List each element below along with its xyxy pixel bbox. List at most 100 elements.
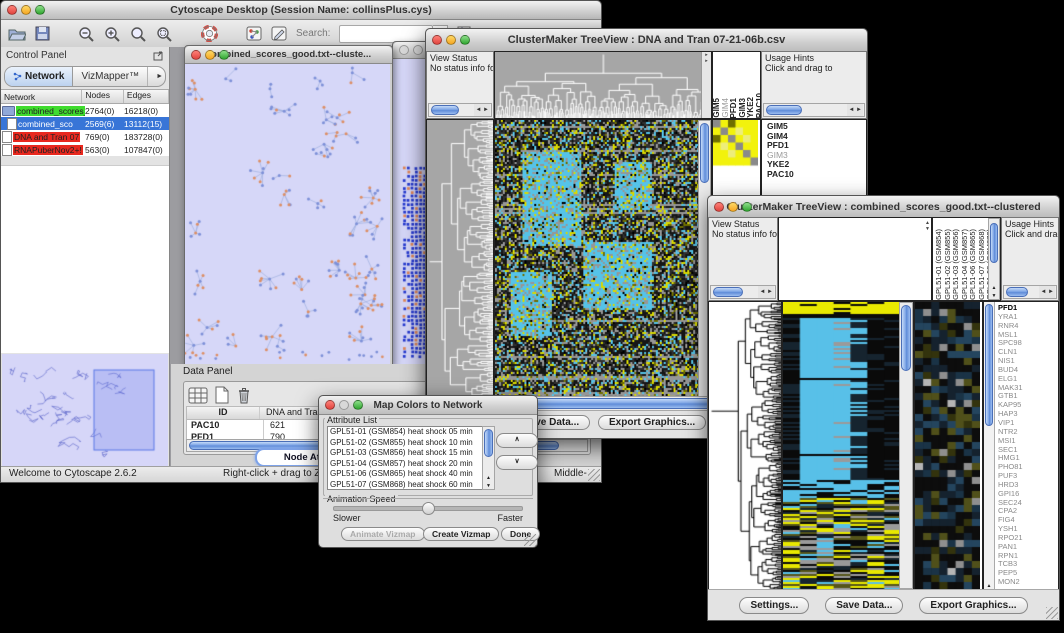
tv1-status-scrollbar[interactable]: ◄ ► (428, 103, 492, 117)
close-button[interactable] (399, 45, 409, 55)
move-up-button[interactable]: ∧ (496, 433, 538, 448)
resize-grip[interactable] (524, 534, 536, 546)
tab-overflow-arrow[interactable]: ► (148, 67, 166, 86)
save-icon[interactable] (35, 26, 50, 41)
attribute-list-scrollbar[interactable]: ▲ ▼ (482, 426, 495, 490)
close-button[interactable] (191, 50, 201, 60)
close-button[interactable] (432, 35, 442, 45)
tv1-column-dendrogram[interactable]: ▸▸ (494, 51, 712, 119)
resize-grip[interactable] (1046, 607, 1058, 619)
scroll-down-arrow[interactable]: ▼ (483, 483, 494, 489)
scroll-arrows[interactable]: ◄ ► (758, 286, 774, 298)
zoom-out-icon[interactable] (78, 26, 95, 42)
attribute-list-item[interactable]: GPL51-03 (GSM856) heat shock 15 min (328, 448, 483, 459)
export-graphics-button[interactable]: Export Graphics... (919, 597, 1027, 614)
create-vizmap-button[interactable]: Create Vizmap (423, 527, 499, 541)
network-overview-icon[interactable] (246, 26, 262, 41)
attribute-select-icon[interactable] (188, 387, 208, 404)
minimize-button[interactable] (339, 400, 349, 410)
scroll-down-arrow[interactable]: ▼ (989, 293, 999, 299)
main-titlebar[interactable]: Cytoscape Desktop (Session Name: collins… (1, 1, 601, 20)
close-button[interactable] (714, 202, 724, 212)
zoom-button[interactable] (460, 35, 470, 45)
window-controls[interactable] (7, 5, 45, 15)
attribute-list-item[interactable]: GPL51-06 (GSM865) heat shock 40 min (328, 469, 483, 480)
tv2-labels-vscrollbar[interactable]: ▲ ▼ (988, 218, 1000, 300)
save-data-button[interactable]: Save Data... (825, 597, 903, 614)
minimize-button[interactable] (21, 5, 31, 15)
zoom-fit-icon[interactable] (130, 26, 147, 42)
document-icon (7, 118, 17, 130)
tab-network[interactable]: Network (5, 67, 73, 86)
scroll-up-arrow[interactable]: ▲ (483, 475, 494, 481)
tv2-subheatmap-pane[interactable] (914, 301, 983, 590)
attribute-list-item[interactable]: GPL51-01 (GSM854) heat shock 05 min (328, 427, 483, 438)
network-tab-icon (13, 72, 22, 81)
zoom-button[interactable] (219, 50, 229, 60)
tv1-column-labels-panel: GIM5GIM4PFD1GIM3YKE2PAC10 (712, 51, 761, 119)
resize-grip[interactable] (588, 469, 600, 481)
search-input[interactable] (339, 25, 433, 43)
tv2-heatmap-vscrollbar[interactable] (899, 302, 913, 589)
move-down-button[interactable]: ∨ (496, 455, 538, 470)
annotation-icon[interactable] (271, 26, 287, 41)
export-graphics-button[interactable]: Export Graphics... (598, 415, 706, 430)
network-row[interactable]: RNAPuberNov2+! 563(0) 107847(0) (1, 143, 169, 156)
tv1-titlebar[interactable]: ClusterMaker TreeView : DNA and Tran 07-… (426, 29, 867, 52)
new-attribute-icon[interactable] (214, 386, 230, 404)
col-edges[interactable]: Edges (124, 90, 169, 103)
close-button[interactable] (325, 400, 335, 410)
tv1-heatmap-pane[interactable] (494, 119, 712, 398)
animation-speed-slider[interactable] (333, 506, 523, 511)
float-panel-icon[interactable] (153, 51, 164, 61)
attribute-list-item[interactable]: GPL51-04 (GSM857) heat shock 20 min (328, 459, 483, 470)
tv2-column-dendrogram-empty[interactable]: ▲▼ (778, 217, 932, 301)
folder-icon (2, 106, 15, 116)
gene-label[interactable]: PAC10 (767, 170, 866, 180)
animate-vizmap-button[interactable]: Animate Vizmap (341, 527, 425, 541)
tv2-gene-vscrollbar[interactable]: ▲ (984, 302, 995, 589)
help-lifesaver-icon[interactable] (201, 25, 218, 42)
tv1-hints-scrollbar[interactable]: ◄ ► (763, 103, 865, 117)
tv1-row-dendrogram[interactable] (426, 119, 494, 398)
network-canvas[interactable] (185, 64, 390, 364)
tv2-titlebar[interactable]: ClusterMaker TreeView : combined_scores_… (708, 196, 1059, 218)
attribute-list-item[interactable]: GPL51-07 (GSM868) heat shock 60 min (328, 480, 483, 491)
tv2-row-dendrogram[interactable] (708, 301, 782, 590)
pane-splitter-arrows[interactable]: ▲▼ (925, 220, 930, 232)
tv2-heatmap-pane[interactable] (782, 301, 914, 590)
attribute-list-item[interactable]: GPL51-02 (GSM855) heat shock 10 min (328, 438, 483, 449)
scroll-arrows[interactable]: ◄ ► (847, 104, 863, 116)
network-row[interactable]: DNA and Tran 07 769(0) 183728(0) (1, 130, 169, 143)
scroll-arrows[interactable]: ◄ ► (1039, 286, 1055, 298)
settings-button[interactable]: Settings... (739, 597, 809, 614)
tv1-pane-splitter[interactable]: ▸▸ (701, 52, 711, 118)
tab-vizmapper[interactable]: VizMapper™ (73, 67, 148, 86)
zoom-selected-icon[interactable] (156, 26, 173, 42)
open-folder-icon[interactable] (8, 26, 26, 41)
delete-attribute-icon[interactable] (236, 386, 252, 404)
scroll-up-arrow[interactable]: ▲ (989, 285, 999, 291)
gene-label[interactable]: MON2 (998, 578, 1058, 587)
zoom-button[interactable] (353, 400, 363, 410)
network-view-window: combined_scores_good.txt--cluste... (184, 45, 393, 366)
network-overview-thumbnail[interactable] (2, 354, 168, 466)
zoom-in-icon[interactable] (104, 26, 121, 42)
close-button[interactable] (7, 5, 17, 15)
network-row-selected[interactable]: combined_sco 2569(6) 13112(15) (1, 117, 169, 130)
tv2-status-scrollbar[interactable]: ◄ ► (710, 285, 776, 299)
col-network[interactable]: Network (1, 90, 82, 103)
col-nodes[interactable]: Nodes (82, 90, 124, 103)
net1-titlebar[interactable]: combined_scores_good.txt--cluste... (185, 46, 392, 64)
zoom-button[interactable] (742, 202, 752, 212)
minimize-button[interactable] (728, 202, 738, 212)
minimize-button[interactable] (205, 50, 215, 60)
zoom-button[interactable] (35, 5, 45, 15)
minimize-button[interactable] (446, 35, 456, 45)
dialog-titlebar[interactable]: Map Colors to Network (319, 396, 537, 415)
scroll-arrows[interactable]: ◄ ► (474, 104, 490, 116)
minimize-button[interactable] (413, 45, 423, 55)
tv2-hints-scrollbar[interactable]: ◄ ► (1003, 285, 1057, 299)
network-row[interactable]: combined_scores_ 2764(0) 16218(0) (1, 104, 169, 117)
attribute-list[interactable]: GPL51-01 (GSM854) heat shock 05 minGPL51… (327, 426, 484, 490)
